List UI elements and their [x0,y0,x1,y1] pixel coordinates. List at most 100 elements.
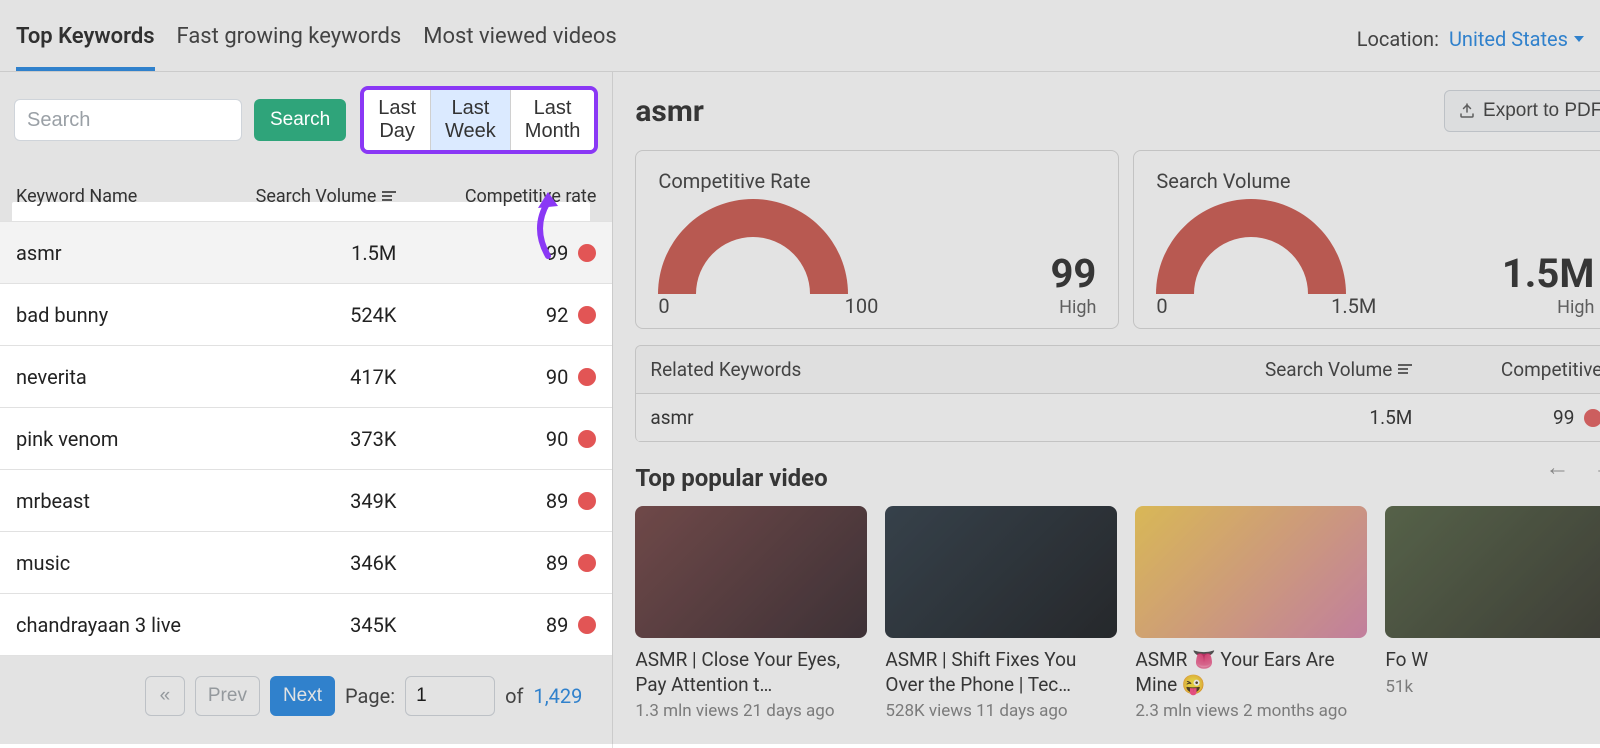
col-related-competitive[interactable]: Competitive [1412,358,1600,381]
competitive-label: High [1050,297,1096,318]
related-competitive: 99 [1553,406,1574,429]
location-label: Location: [1357,27,1439,51]
video-card[interactable]: ASMR | Close Your Eyes, Pay Attention t…… [635,506,867,721]
keyword-name: neverita [16,365,196,389]
carousel-prev-icon[interactable]: ← [1545,453,1569,482]
volume-gauge [1156,199,1346,294]
competitive-value: 99 [1050,250,1096,297]
related-row[interactable]: asmr 1.5M 99 [636,394,1600,442]
video-card[interactable]: ASMR 👅 Your Ears Are Mine 😜 2.3 mln views… [1135,506,1367,721]
export-icon [1459,103,1475,119]
page-of: of [505,684,523,708]
table-row[interactable]: asmr1.5M 99 [0,222,612,284]
keyword-competitive: 92 [546,303,568,327]
period-last-week[interactable]: Last Week [431,90,511,150]
chevron-down-icon [1574,36,1584,42]
severity-dot-icon [578,244,596,262]
page-input[interactable] [405,676,495,716]
severity-dot-icon [578,368,596,386]
keyword-name: asmr [16,241,196,265]
keyword-name: bad bunny [16,303,196,327]
competitive-gauge [658,199,848,294]
export-pdf-button[interactable]: Export to PDF [1444,90,1600,132]
period-toggle: Last Day Last Week Last Month [360,86,598,154]
keyword-volume: 524K [196,303,396,327]
sort-desc-icon [1398,364,1412,376]
col-keyword-name[interactable]: Keyword Name [16,186,196,207]
video-card[interactable]: ASMR | Shift Fixes You Over the Phone | … [885,506,1117,721]
volume-max: 1.5M [1331,294,1376,318]
col-competitive-rate[interactable]: Competitive rate [396,186,596,207]
severity-dot-icon [578,430,596,448]
competitive-min: 0 [658,294,669,318]
video-meta: 51k [1385,677,1600,697]
keyword-competitive: 99 [546,241,568,265]
video-card[interactable]: Fo W51k [1385,506,1600,721]
popular-video-title: Top popular video [635,464,827,492]
keyword-volume: 1.5M [196,241,396,265]
competitive-max: 100 [845,294,879,318]
keyword-competitive: 89 [546,489,568,513]
keyword-volume: 373K [196,427,396,451]
col-search-volume-label: Search Volume [256,186,377,207]
keyword-name: mrbeast [16,489,196,513]
video-meta: 2.3 mln views 2 months ago [1135,701,1367,721]
table-row[interactable]: music346K 89 [0,532,612,594]
video-thumbnail [1385,506,1600,638]
col-related-keywords[interactable]: Related Keywords [650,358,1182,381]
keyword-name: chandrayaan 3 live [16,613,196,637]
table-row[interactable]: pink venom373K 90 [0,408,612,470]
severity-dot-icon [578,616,596,634]
keyword-volume: 345K [196,613,396,637]
search-volume-card: Search Volume 0 1.5M 1.5M High [1133,150,1600,329]
search-input[interactable] [14,99,242,141]
video-thumbnail [635,506,867,638]
first-page-button[interactable]: « [145,676,185,716]
col-related-volume-label: Search Volume [1265,358,1392,381]
keyword-competitive: 90 [546,365,568,389]
table-row[interactable]: neverita417K 90 [0,346,612,408]
video-meta: 528K views 11 days ago [885,701,1117,721]
col-search-volume[interactable]: Search Volume [196,186,396,207]
keyword-name: pink venom [16,427,196,451]
tab-top-keywords[interactable]: Top Keywords [16,24,155,71]
severity-dot-icon [1584,409,1600,427]
severity-dot-icon [578,492,596,510]
competitive-rate-card: Competitive Rate 0 100 99 High [635,150,1119,329]
period-last-day[interactable]: Last Day [364,90,431,150]
next-page-button[interactable]: Next [270,676,335,716]
keyword-volume: 417K [196,365,396,389]
tab-most-viewed[interactable]: Most viewed videos [423,24,616,71]
keyword-competitive: 90 [546,427,568,451]
table-row[interactable]: mrbeast349K 89 [0,470,612,532]
volume-label: High [1502,297,1595,318]
sort-desc-icon [382,191,396,203]
search-volume-title: Search Volume [1156,169,1594,193]
period-last-month[interactable]: Last Month [511,90,595,150]
video-title: ASMR 👅 Your Ears Are Mine 😜 [1135,648,1367,697]
severity-dot-icon [578,554,596,572]
export-pdf-label: Export to PDF [1483,100,1600,122]
keyword-volume: 349K [196,489,396,513]
carousel-next-icon[interactable]: → [1593,453,1600,482]
keyword-competitive: 89 [546,551,568,575]
related-name: asmr [650,406,1182,429]
keyword-volume: 346K [196,551,396,575]
video-meta: 1.3 mln views 21 days ago [635,701,867,721]
video-title: ASMR | Close Your Eyes, Pay Attention t… [635,648,867,697]
tab-fast-growing[interactable]: Fast growing keywords [177,24,402,71]
table-row[interactable]: bad bunny524K 92 [0,284,612,346]
keyword-title: asmr [635,94,703,129]
keyword-competitive: 89 [546,613,568,637]
location-value: United States [1449,27,1568,51]
prev-page-button[interactable]: Prev [195,676,260,716]
search-button[interactable]: Search [254,99,346,141]
related-volume: 1.5M [1182,406,1412,429]
competitive-rate-title: Competitive Rate [658,169,1096,193]
total-pages: 1,429 [533,684,582,708]
keyword-name: music [16,551,196,575]
video-thumbnail [885,506,1117,638]
table-row[interactable]: chandrayaan 3 live345K 89 [0,594,612,656]
location-select[interactable]: United States [1449,27,1584,51]
col-related-volume[interactable]: Search Volume [1182,358,1412,381]
